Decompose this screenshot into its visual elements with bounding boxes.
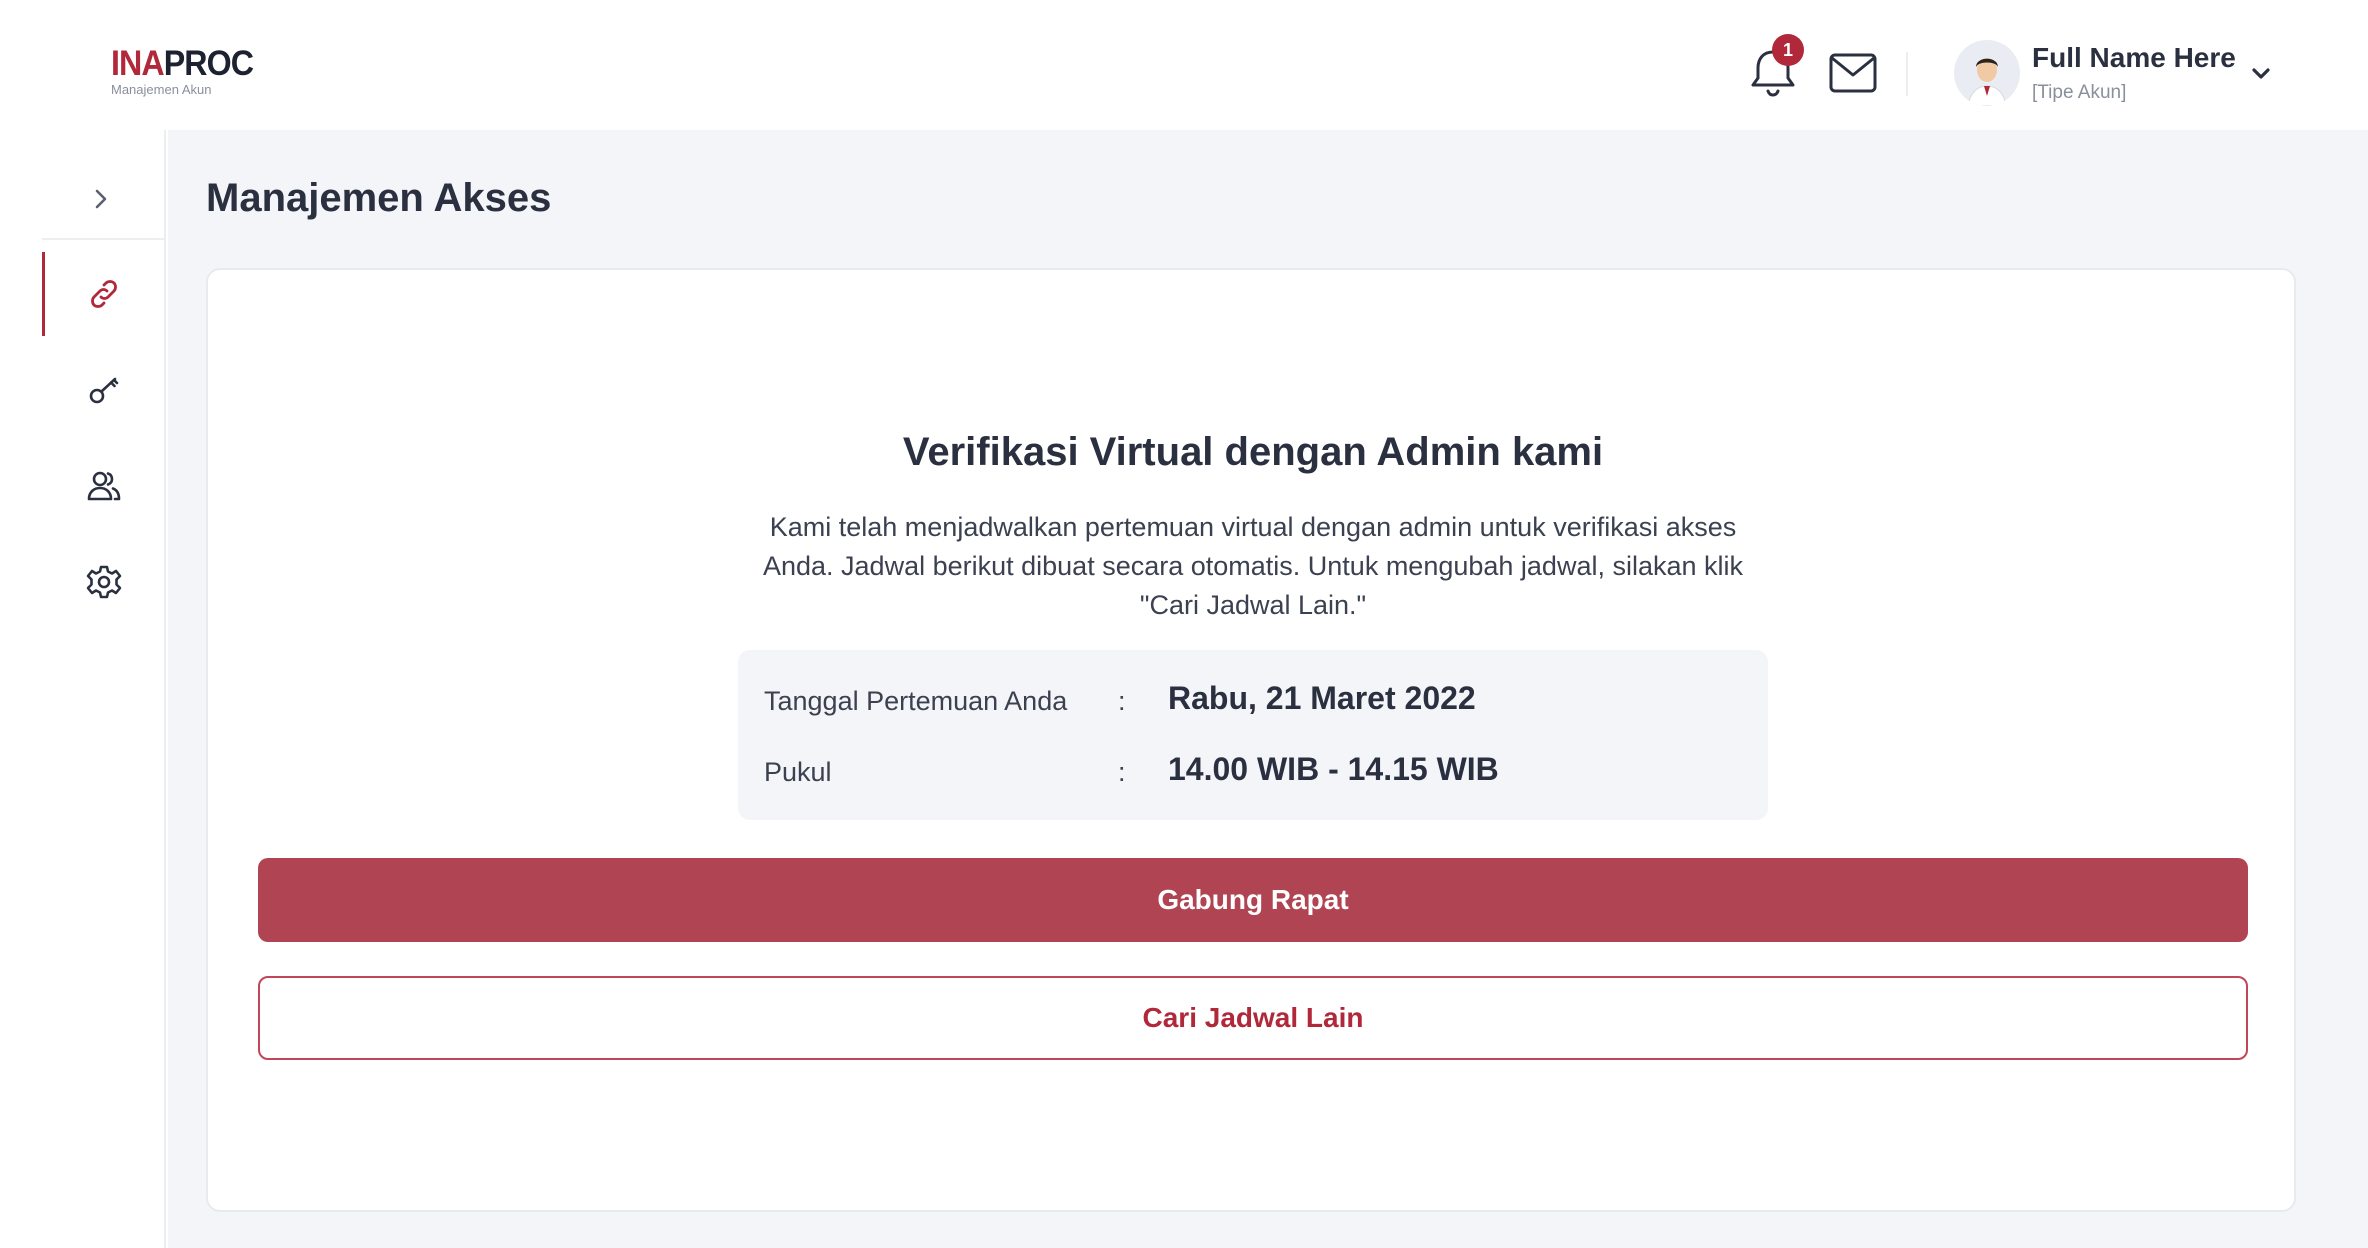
user-name[interactable]: Full Name Here	[2032, 42, 2236, 74]
mail-icon[interactable]	[1828, 52, 1878, 94]
logo-wordmark: INAPROC	[111, 44, 254, 83]
header-divider	[1906, 52, 1908, 96]
app-logo[interactable]: INAPROC Manajemen Akun	[111, 46, 265, 97]
verification-card: Verifikasi Virtual dengan Admin kami Kam…	[206, 268, 2296, 1212]
user-account-type: [Tipe Akun]	[2032, 82, 2127, 103]
meeting-time-label: Pukul	[764, 757, 832, 787]
users-icon	[87, 471, 121, 501]
meeting-date-value: Rabu, 21 Maret 2022	[1168, 680, 1476, 716]
main-content: Manajemen Akses Verifikasi Virtual denga…	[168, 130, 2368, 1248]
chevron-down-icon[interactable]	[2248, 62, 2274, 84]
meeting-time-value: 14.00 WIB - 14.15 WIB	[1168, 751, 1499, 787]
separator: :	[1118, 686, 1126, 716]
meeting-date-row: Tanggal Pertemuan Anda : Rabu, 21 Maret …	[764, 680, 1744, 720]
card-title: Verifikasi Virtual dengan Admin kami	[902, 430, 1604, 474]
sidebar-item-users[interactable]	[42, 444, 166, 528]
sidebar-item-settings[interactable]	[42, 540, 166, 624]
gear-icon	[86, 565, 122, 599]
sidebar-item-keys[interactable]	[42, 348, 166, 432]
chevron-right-icon[interactable]	[86, 182, 116, 216]
join-meeting-button[interactable]: Gabung Rapat	[258, 858, 2248, 942]
page-title: Manajemen Akses	[206, 176, 552, 220]
logo-subtitle: Manajemen Akun	[111, 82, 212, 97]
top-header: INAPROC Manajemen Akun 1 Full Name Here …	[0, 0, 2368, 130]
sidebar-divider	[42, 238, 166, 240]
notification-count-badge: 1	[1772, 34, 1804, 66]
find-other-schedule-button[interactable]: Cari Jadwal Lain	[258, 976, 2248, 1060]
card-description: Kami telah menjadwalkan pertemuan virtua…	[762, 512, 1744, 620]
link-icon	[91, 280, 117, 308]
sidebar	[0, 130, 166, 1248]
key-icon	[89, 377, 119, 404]
meeting-info-box: Tanggal Pertemuan Anda : Rabu, 21 Maret …	[738, 650, 1768, 820]
meeting-date-label: Tanggal Pertemuan Anda	[764, 686, 1068, 716]
meeting-time-row: Pukul : 14.00 WIB - 14.15 WIB	[764, 751, 1744, 791]
separator: :	[1118, 757, 1126, 787]
sidebar-item-access[interactable]	[42, 252, 166, 336]
user-avatar[interactable]	[1954, 40, 2020, 106]
